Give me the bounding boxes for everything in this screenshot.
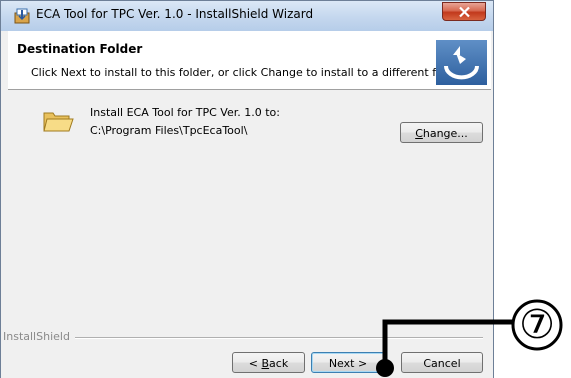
install-path: C:\Program Files\TpcEcaTool\ [90, 124, 248, 137]
change-button[interactable]: Change... [400, 122, 483, 143]
installer-icon [14, 8, 30, 24]
cancel-button[interactable]: Cancel [401, 352, 483, 373]
installer-window: ECA Tool for TPC Ver. 1.0 - InstallShiel… [0, 0, 494, 378]
window-title: ECA Tool for TPC Ver. 1.0 - InstallShiel… [36, 7, 314, 21]
dialog-body: Install ECA Tool for TPC Ver. 1.0 to: C:… [8, 90, 491, 340]
page-subtitle: Click Next to install to this folder, or… [31, 66, 467, 79]
page-title: Destination Folder [17, 42, 143, 56]
next-button[interactable]: Next > [311, 352, 385, 373]
installshield-brand: InstallShield [3, 330, 75, 343]
footer-divider [3, 337, 483, 339]
callout-number: ⑦ [519, 302, 555, 348]
installshield-logo-icon [436, 40, 487, 85]
back-button[interactable]: < Back [232, 352, 305, 373]
folder-icon [43, 112, 74, 132]
dialog-header: Destination Folder Click Next to install… [8, 31, 491, 90]
close-icon [459, 6, 470, 18]
title-bar[interactable]: ECA Tool for TPC Ver. 1.0 - InstallShiel… [1, 1, 493, 31]
close-button[interactable] [442, 2, 486, 21]
install-destination-label: Install ECA Tool for TPC Ver. 1.0 to: [90, 106, 280, 119]
